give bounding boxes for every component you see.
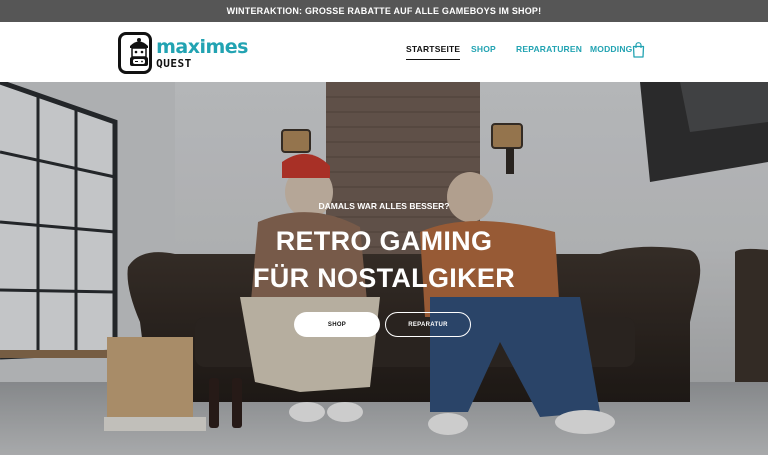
hero-section: DAMALS WAR ALLES BESSER? RETRO GAMING FÜ…: [0, 82, 768, 455]
nav-startseite[interactable]: STARTSEITE: [406, 44, 461, 60]
shopping-bag-icon[interactable]: [632, 42, 645, 58]
nav-reparaturen[interactable]: REPARATUREN: [516, 44, 582, 60]
brand-name-line2: QUEST: [156, 56, 192, 70]
retro-gamer-mascot-icon: [118, 32, 153, 74]
hero-eyebrow: DAMALS WAR ALLES BESSER?: [318, 201, 450, 211]
nav-shop[interactable]: SHOP: [471, 44, 496, 60]
nav-modding[interactable]: MODDING: [590, 44, 632, 60]
hero-headline-line1: RETRO GAMING: [275, 226, 493, 256]
announcement-text: WINTERAKTION: GROSSE RABATTE AUF ALLE GA…: [226, 6, 542, 16]
announcement-bar: WINTERAKTION: GROSSE RABATTE AUF ALLE GA…: [0, 0, 768, 22]
site-header: maximes QUEST STARTSEITE SHOP REPARATURE…: [0, 22, 768, 82]
brand-name-line1: maximes: [156, 35, 248, 58]
shop-button[interactable]: SHOP: [294, 312, 380, 337]
hero-headline-line2: FÜR NOSTALGIKER: [253, 263, 515, 293]
reparatur-button[interactable]: REPARATUR: [385, 312, 471, 337]
brand-logo[interactable]: maximes QUEST: [118, 30, 248, 76]
